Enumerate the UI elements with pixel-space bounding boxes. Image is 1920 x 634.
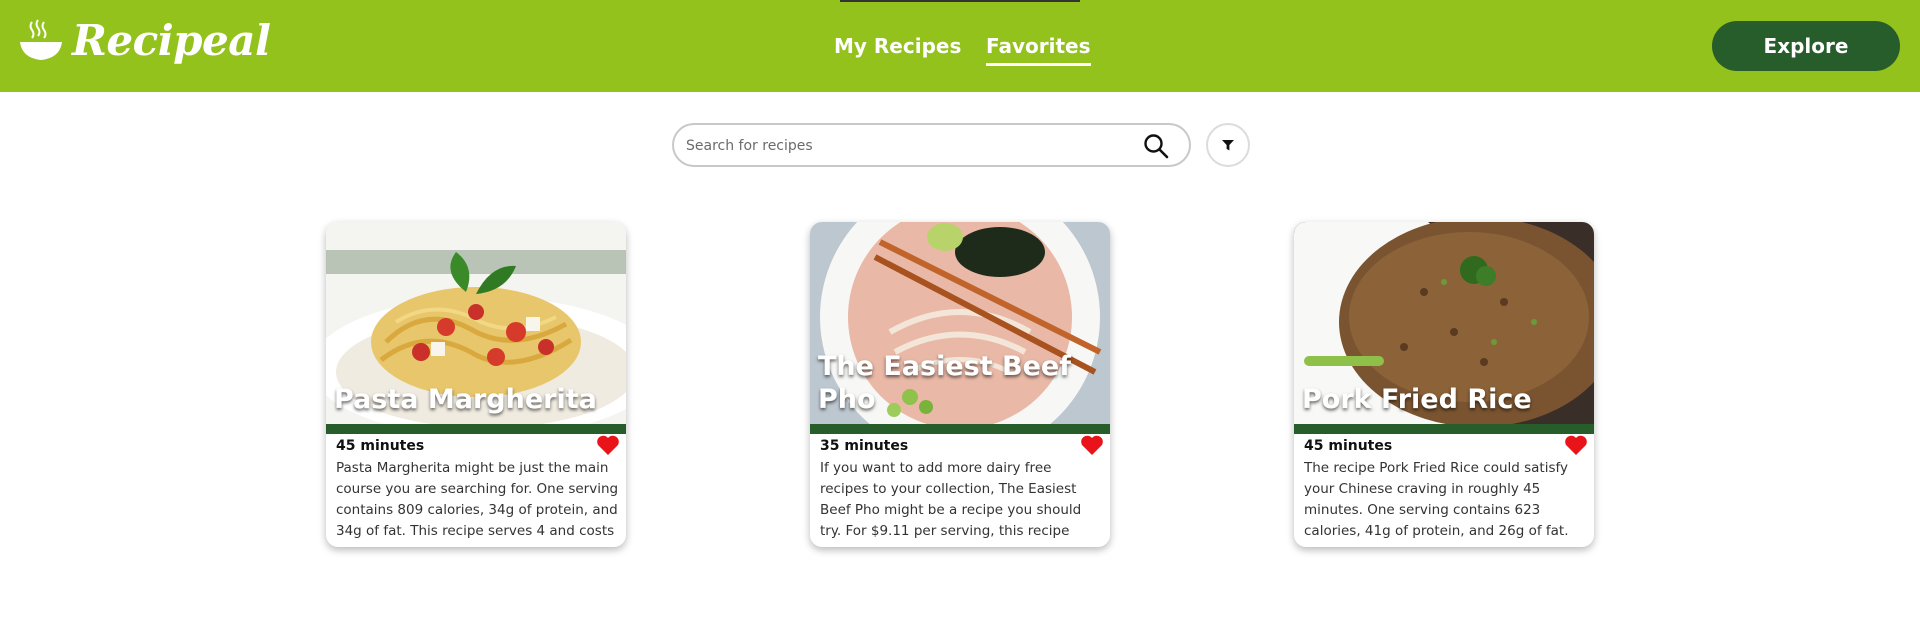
recipe-title: Pork Fried Rice (1302, 383, 1532, 415)
recipe-card[interactable]: Pork Fried Rice 45 minutes The recipe Po… (1294, 222, 1594, 547)
recipe-image: Pasta Margherita (326, 222, 626, 424)
recipe-card[interactable]: The Easiest Beef Pho 35 minutes If you w… (810, 222, 1110, 547)
top-divider (840, 0, 1080, 2)
card-accent-band (326, 424, 626, 434)
search-icon[interactable] (1143, 133, 1169, 159)
explore-button[interactable]: Explore (1712, 21, 1900, 71)
recipe-title: Pasta Margherita (334, 383, 597, 415)
recipe-description: The recipe Pork Fried Rice could satisfy… (1304, 460, 1569, 538)
recipe-time: 45 minutes (1304, 438, 1393, 454)
nav-favorites-label: Favorites (986, 34, 1091, 58)
filter-icon (1222, 140, 1234, 151)
heart-icon[interactable] (1564, 434, 1588, 456)
recipe-time: 45 minutes (336, 438, 425, 454)
active-nav-underline (986, 63, 1091, 66)
card-accent-band (810, 424, 1110, 434)
recipe-card[interactable]: Pasta Margherita 45 minutes Pasta Marghe… (326, 222, 626, 547)
recipe-title: The Easiest Beef Pho (818, 351, 1071, 415)
heart-icon[interactable] (596, 434, 620, 456)
search-bar (672, 123, 1191, 167)
recipe-time: 35 minutes (820, 438, 909, 454)
top-navbar: Recipeal My Recipes Favorites Explore (0, 0, 1920, 92)
main-nav: My Recipes Favorites (0, 34, 1920, 66)
recipe-description: Pasta Margherita might be just the main … (336, 460, 619, 538)
nav-my-recipes[interactable]: My Recipes (834, 34, 961, 58)
recipe-image: The Easiest Beef Pho (810, 222, 1110, 424)
card-accent-band (1294, 424, 1594, 434)
nav-favorites[interactable]: Favorites (986, 34, 1091, 66)
heart-icon[interactable] (1080, 434, 1104, 456)
recipe-image: Pork Fried Rice (1294, 222, 1594, 424)
search-input[interactable] (686, 135, 1106, 157)
recipe-description: If you want to add more dairy free recip… (820, 460, 1082, 538)
filter-button[interactable] (1206, 123, 1250, 167)
